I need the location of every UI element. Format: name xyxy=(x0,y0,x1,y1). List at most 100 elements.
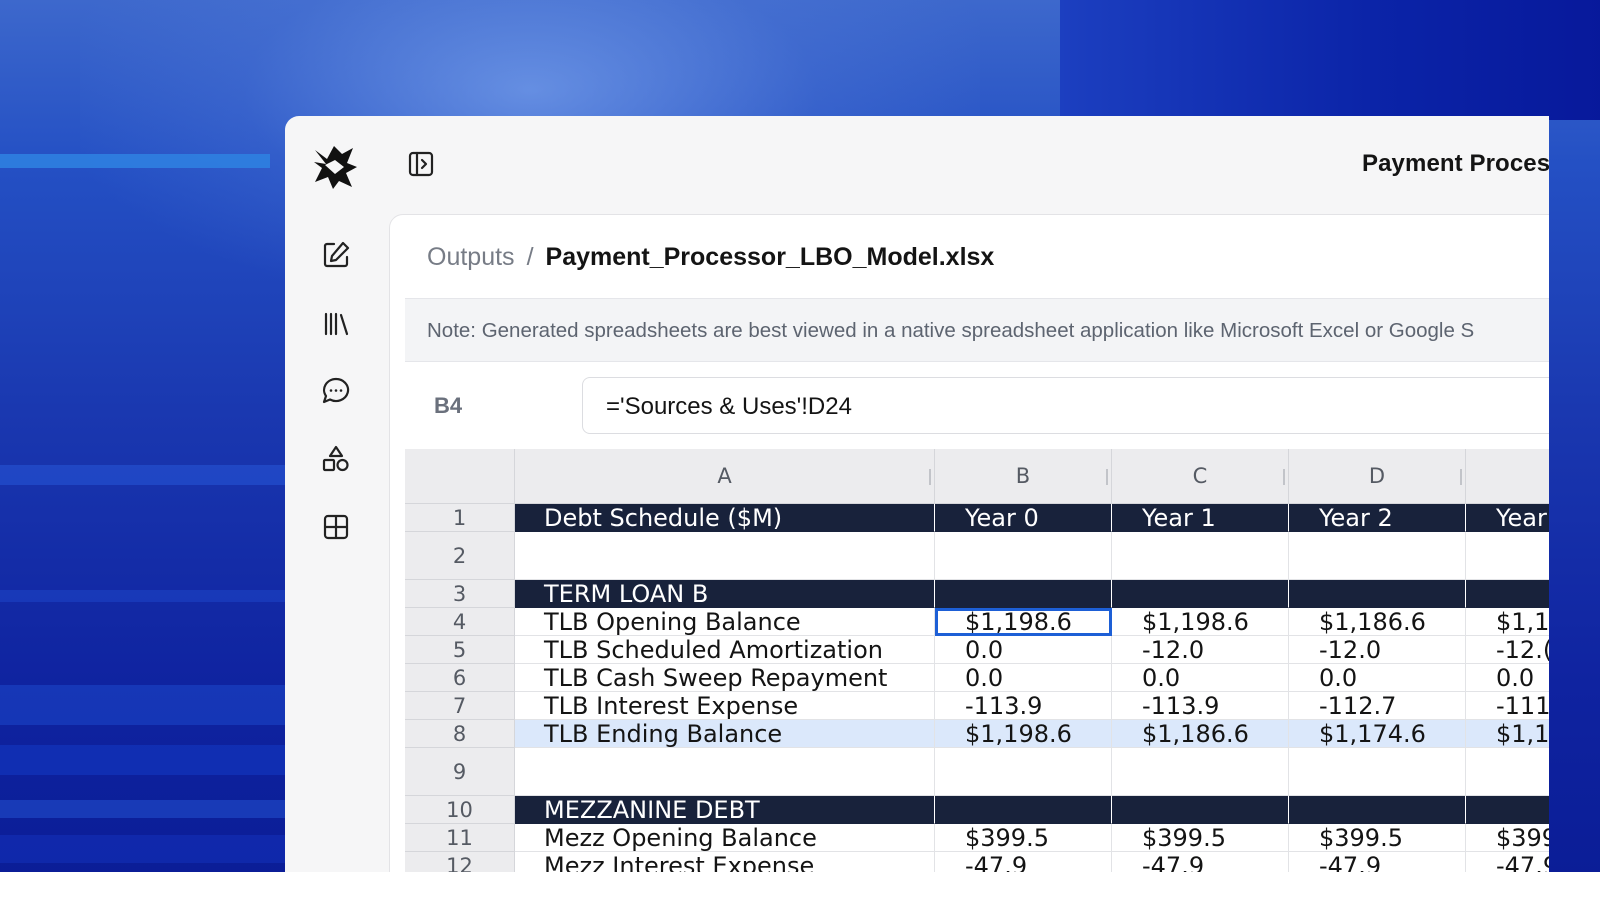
row-header[interactable]: 5 xyxy=(405,636,515,664)
value-cell[interactable]: 0.0 xyxy=(1289,664,1466,692)
row-label-cell[interactable]: TLB Interest Expense xyxy=(515,692,935,720)
value-cell[interactable]: 0.0 xyxy=(935,636,1112,664)
value-cell[interactable] xyxy=(935,748,1112,796)
cell-reference: B4 xyxy=(434,393,463,418)
row-header[interactable]: 12 xyxy=(405,852,515,872)
row-label-cell[interactable] xyxy=(515,532,935,580)
value-cell[interactable]: -47.9 xyxy=(1466,852,1549,872)
value-cell[interactable] xyxy=(1112,580,1289,608)
row-header[interactable]: 1 xyxy=(405,504,515,532)
chat-icon[interactable] xyxy=(321,376,351,406)
value-cell[interactable]: -113.9 xyxy=(935,692,1112,720)
value-cell[interactable]: -12.0 xyxy=(1112,636,1289,664)
value-cell[interactable]: $1,186.6 xyxy=(1289,608,1466,636)
value-cell[interactable] xyxy=(935,796,1112,824)
value-cell[interactable]: $1,1 xyxy=(1466,720,1549,748)
row-header[interactable]: 3 xyxy=(405,580,515,608)
value-cell[interactable]: Year 1 xyxy=(1112,504,1289,532)
value-cell[interactable]: -111 xyxy=(1466,692,1549,720)
value-cell[interactable] xyxy=(1466,580,1549,608)
value-cell[interactable] xyxy=(1289,796,1466,824)
value-cell[interactable]: -47.9 xyxy=(1289,852,1466,872)
library-icon[interactable] xyxy=(321,309,351,339)
column-header[interactable] xyxy=(1466,449,1549,504)
value-cell[interactable]: 0.0 xyxy=(1112,664,1289,692)
value-cell[interactable]: $399.5 xyxy=(1112,824,1289,852)
value-cell[interactable]: $1,198.6 xyxy=(935,720,1112,748)
value-cell[interactable] xyxy=(1466,532,1549,580)
row-header[interactable]: 9 xyxy=(405,748,515,796)
grid-icon[interactable] xyxy=(321,512,351,542)
grid-corner[interactable] xyxy=(405,449,515,504)
value-cell[interactable] xyxy=(1289,580,1466,608)
column-resize-handle[interactable] xyxy=(1283,469,1285,485)
value-cell[interactable] xyxy=(1289,748,1466,796)
value-cell[interactable] xyxy=(935,532,1112,580)
value-cell[interactable]: 0.0 xyxy=(1466,664,1549,692)
value-cell[interactable]: -12.( xyxy=(1466,636,1549,664)
row-header[interactable]: 6 xyxy=(405,664,515,692)
row-label-cell[interactable]: Debt Schedule ($M) xyxy=(515,504,935,532)
value-cell[interactable]: Year xyxy=(1466,504,1549,532)
formula-text: ='Sources & Uses'!D24 xyxy=(606,393,852,420)
value-cell[interactable] xyxy=(1289,532,1466,580)
value-cell[interactable]: -47.9 xyxy=(1112,852,1289,872)
value-cell[interactable]: $1,1 xyxy=(1466,608,1549,636)
column-header[interactable]: B xyxy=(935,449,1112,504)
column-header[interactable]: A xyxy=(515,449,935,504)
logo-icon[interactable] xyxy=(313,144,357,190)
value-cell[interactable] xyxy=(1466,796,1549,824)
document-title: Payment Proces xyxy=(1362,150,1549,177)
value-cell[interactable] xyxy=(1112,748,1289,796)
value-cell[interactable]: 0.0 xyxy=(935,664,1112,692)
value-cell[interactable]: $399 xyxy=(1466,824,1549,852)
value-cell[interactable]: Year 2 xyxy=(1289,504,1466,532)
value-cell[interactable]: $399.5 xyxy=(1289,824,1466,852)
row-label-cell[interactable]: TLB Scheduled Amortization xyxy=(515,636,935,664)
value-cell[interactable]: $399.5 xyxy=(935,824,1112,852)
value-cell[interactable]: -12.0 xyxy=(1289,636,1466,664)
row-label-cell[interactable]: TLB Ending Balance xyxy=(515,720,935,748)
value-cell[interactable] xyxy=(1112,796,1289,824)
spreadsheet-grid[interactable]: A B C D 1 Debt Schedule ($M) Year 0 Year 1 Year … xyxy=(405,449,1549,872)
row-header[interactable]: 8 xyxy=(405,720,515,748)
value-cell[interactable]: $1,198.6 xyxy=(1112,608,1289,636)
value-cell[interactable]: $1,198.6 xyxy=(935,608,1112,636)
sidebar-toggle-icon[interactable] xyxy=(407,150,435,178)
background-band xyxy=(0,465,285,485)
row-label-cell[interactable]: TERM LOAN B xyxy=(515,580,935,608)
shapes-icon[interactable] xyxy=(321,444,351,474)
value-cell[interactable]: Year 0 xyxy=(935,504,1112,532)
formula-bar[interactable]: ='Sources & Uses'!D24 xyxy=(582,377,1549,434)
app-window: Payment Proces Outputs / Payment_Processor… xyxy=(285,116,1549,872)
row-header[interactable]: 7 xyxy=(405,692,515,720)
column-resize-handle[interactable] xyxy=(929,469,931,485)
value-cell[interactable] xyxy=(1466,748,1549,796)
value-cell[interactable]: -47.9 xyxy=(935,852,1112,872)
row-header[interactable]: 4 xyxy=(405,608,515,636)
row-label-cell[interactable] xyxy=(515,748,935,796)
background-band xyxy=(0,835,285,863)
column-header[interactable]: D xyxy=(1289,449,1466,504)
value-cell[interactable] xyxy=(1112,532,1289,580)
row-label-cell[interactable]: TLB Opening Balance xyxy=(515,608,935,636)
value-cell[interactable] xyxy=(935,580,1112,608)
row-header[interactable]: 10 xyxy=(405,796,515,824)
sidebar xyxy=(285,116,389,872)
edit-icon[interactable] xyxy=(321,240,351,270)
row-header[interactable]: 2 xyxy=(405,532,515,580)
row-label-cell[interactable]: MEZZANINE DEBT xyxy=(515,796,935,824)
row-label-cell[interactable]: Mezz Interest Expense xyxy=(515,852,935,872)
note-banner: Note: Generated spreadsheets are best vi… xyxy=(405,298,1549,362)
row-header[interactable]: 11 xyxy=(405,824,515,852)
value-cell[interactable]: $1,174.6 xyxy=(1289,720,1466,748)
value-cell[interactable]: -113.9 xyxy=(1112,692,1289,720)
column-header[interactable]: C xyxy=(1112,449,1289,504)
value-cell[interactable]: $1,186.6 xyxy=(1112,720,1289,748)
value-cell[interactable]: -112.7 xyxy=(1289,692,1466,720)
breadcrumb-outputs[interactable]: Outputs xyxy=(427,243,515,271)
row-label-cell[interactable]: TLB Cash Sweep Repayment xyxy=(515,664,935,692)
column-resize-handle[interactable] xyxy=(1460,469,1462,485)
column-resize-handle[interactable] xyxy=(1106,469,1108,485)
row-label-cell[interactable]: Mezz Opening Balance xyxy=(515,824,935,852)
